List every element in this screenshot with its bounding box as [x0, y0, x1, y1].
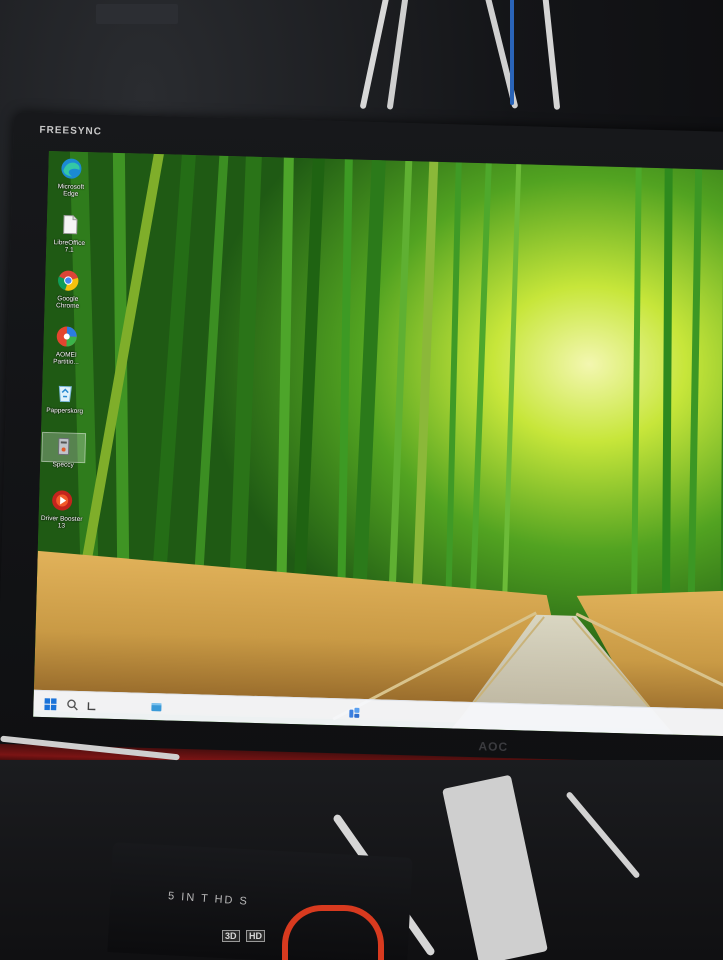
desktop-icon-libreoffice[interactable]: LibreOffice 7.1 — [48, 211, 91, 254]
icon-frame — [50, 155, 93, 184]
file-explorer-icon — [151, 703, 162, 712]
icon-frame — [47, 267, 90, 296]
bamboo-wallpaper — [33, 150, 723, 737]
task-view-button[interactable] — [83, 696, 101, 714]
desktop-icon-speccy[interactable]: Speccy — [41, 431, 87, 469]
photo-scene: FREESYNC Microsoft Edge LibreOffice 7.1 … — [0, 0, 723, 960]
aomei-icon — [56, 326, 77, 347]
grey-panel — [96, 4, 178, 24]
icon-frame — [41, 487, 84, 516]
search-button[interactable] — [63, 696, 81, 714]
desktop-icon-label: Microsoft Edge — [57, 183, 85, 198]
desktop-icon-aomei[interactable]: AOMEI Partitio... — [45, 323, 88, 366]
recycle-bin-icon — [58, 385, 72, 403]
icon-frame — [44, 379, 87, 408]
icon-frame — [48, 211, 91, 240]
monitor-brand-bottom: AOC — [478, 739, 509, 755]
taskbar-app-button[interactable] — [147, 698, 165, 716]
speccy-icon — [57, 437, 70, 456]
desktop-icon-edge[interactable]: Microsoft Edge — [50, 155, 93, 198]
widgets-button[interactable] — [345, 703, 363, 721]
task-view-icon — [87, 702, 96, 711]
monitor: FREESYNC Microsoft Edge LibreOffice 7.1 … — [0, 112, 723, 783]
widgets-icon — [349, 707, 360, 718]
badge-hd: HD — [246, 930, 265, 942]
libreoffice-icon — [63, 214, 78, 235]
search-icon — [67, 699, 78, 711]
desktop-icon-label: LibreOffice 7.1 — [53, 239, 86, 254]
desktop-icon-label: Papperskorg — [46, 407, 84, 416]
driver-booster-icon — [52, 490, 73, 511]
desktop-icon-recycle-bin[interactable]: Papperskorg — [44, 379, 87, 415]
edge-icon — [61, 158, 82, 179]
desktop-icon-label: Speccy — [52, 461, 74, 469]
desktop-icon-label: Driver Booster 13 — [40, 514, 83, 530]
desktop-icon-label: AOMEI Partitio... — [53, 351, 79, 366]
red-cable — [282, 905, 384, 960]
icon-frame — [45, 323, 88, 352]
start-button[interactable] — [41, 695, 59, 713]
start-icon — [44, 698, 57, 711]
blue-cable — [510, 0, 514, 105]
monitor-brand-top: FREESYNC — [39, 124, 103, 138]
desktop-icon-chrome[interactable]: Google Chrome — [47, 267, 90, 310]
chrome-icon — [58, 270, 79, 291]
desktop-icon-driver-booster[interactable]: Driver Booster 13 — [40, 487, 83, 530]
icon-frame — [41, 431, 87, 464]
badge-3d: 3D — [222, 930, 240, 942]
desktop-icon-label: Google Chrome — [55, 295, 80, 310]
screen: Microsoft Edge LibreOffice 7.1 Google Ch… — [33, 150, 723, 737]
